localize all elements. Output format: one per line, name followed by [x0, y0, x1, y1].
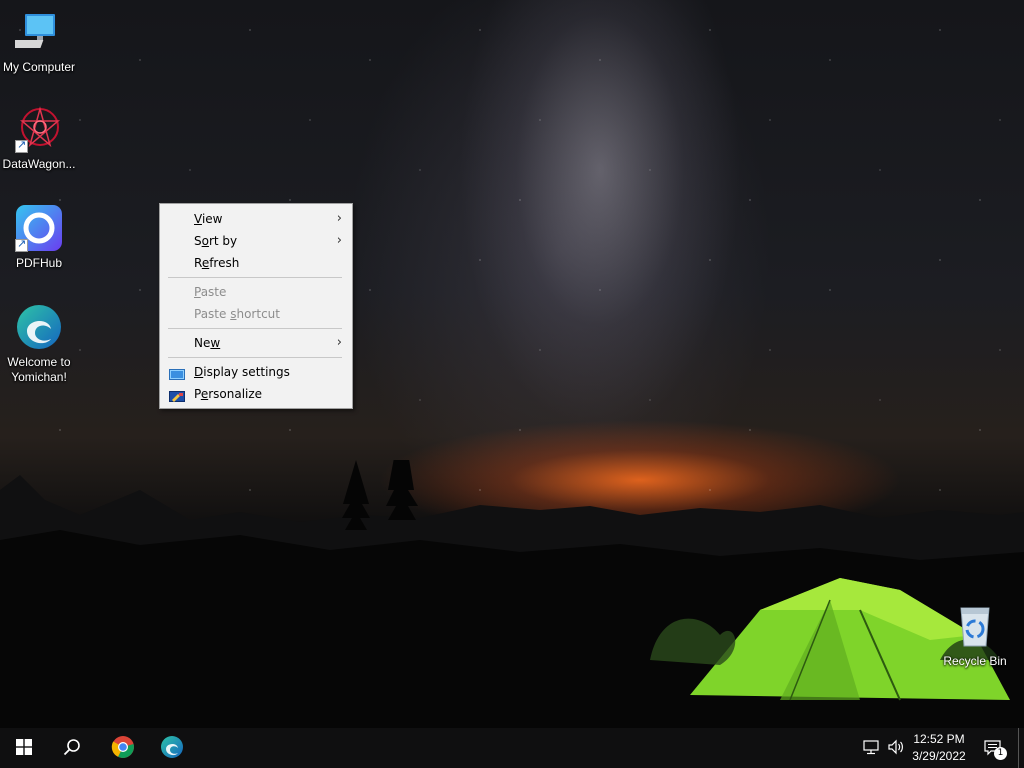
taskbar-chrome-button[interactable]: [99, 728, 147, 768]
show-desktop-divider[interactable]: [1018, 728, 1019, 768]
recycle-bin-icon: [951, 602, 999, 650]
submenu-arrow-icon: ›: [336, 335, 342, 350]
menu-item-text: hortcut: [236, 307, 280, 321]
menu-item-accelerator: o: [201, 234, 209, 248]
submenu-arrow-icon: ›: [336, 211, 342, 226]
desktop-icon-label-line2: Yomichan!: [11, 370, 67, 384]
menu-item-text: Paste: [194, 307, 231, 321]
desktop-icon-my-computer[interactable]: My Computer: [1, 8, 77, 75]
menu-item-accelerator: D: [194, 365, 204, 379]
menu-item-text: R: [194, 256, 202, 270]
action-center-button[interactable]: 1: [978, 728, 1008, 768]
menu-item-text: P: [194, 387, 201, 401]
menu-item-accelerator: P: [194, 285, 201, 299]
menu-item-new[interactable]: New ›: [160, 332, 352, 354]
desktop-icon-label: My Computer: [2, 60, 76, 74]
taskbar: 12:52 PM 3/29/2022 1: [0, 728, 1024, 768]
computer-icon: [6, 8, 63, 56]
network-tray-button[interactable]: [858, 728, 884, 768]
search-button[interactable]: [48, 728, 96, 768]
menu-item-view[interactable]: View ›: [160, 208, 352, 230]
menu-item-text: rt by: [208, 234, 238, 248]
edge-icon: [160, 735, 184, 762]
volume-tray-button[interactable]: [884, 728, 908, 768]
menu-item-text: rsonalize: [208, 387, 263, 401]
volume-icon: [887, 739, 905, 758]
menu-item-text: iew: [201, 212, 223, 226]
menu-item-personalize[interactable]: Personalize: [160, 383, 352, 405]
network-icon: [862, 739, 880, 758]
clock-button[interactable]: 12:52 PM 3/29/2022: [908, 728, 970, 768]
desktop-context-menu: View › Sort by › Refresh Paste Paste sho…: [159, 203, 353, 409]
clock-time: 12:52 PM: [913, 732, 965, 746]
chrome-icon: [111, 735, 135, 762]
wallpaper-landscape: [0, 460, 1024, 728]
clock-date: 3/29/2022: [912, 749, 966, 763]
desktop-icon-label-line1: Welcome to: [7, 355, 71, 369]
menu-separator: [168, 328, 342, 329]
desktop-icon-label: PDFHub: [15, 256, 62, 270]
menu-item-text: aste: [200, 285, 227, 299]
menu-item-display-settings[interactable]: Display settings: [160, 361, 352, 383]
menu-item-accelerator: V: [194, 212, 202, 226]
personalize-icon: [169, 388, 185, 402]
desktop-icon-recycle-bin[interactable]: Recycle Bin: [937, 602, 1013, 669]
menu-item-text: isplay settings: [203, 365, 290, 379]
menu-item-text: S: [194, 234, 202, 248]
desktop-icon-label: Recycle Bin: [943, 654, 1007, 668]
menu-separator: [168, 357, 342, 358]
start-icon: [16, 738, 32, 758]
start-button[interactable]: [0, 728, 48, 768]
menu-item-text: fresh: [209, 256, 240, 270]
menu-item-text: Ne: [194, 336, 211, 350]
display-icon: [169, 366, 185, 380]
notification-icon: 1: [983, 738, 1007, 760]
desktop-icon-pdfhub[interactable]: PDFHub: [1, 204, 77, 271]
search-icon: [63, 738, 81, 759]
desktop-icon-datawagon[interactable]: DataWagon...: [1, 105, 77, 172]
wallpaper-stars: [0, 0, 1024, 520]
shortcut-arrow-icon: [15, 237, 28, 252]
menu-item-refresh[interactable]: Refresh: [160, 252, 352, 274]
taskbar-edge-button[interactable]: [148, 728, 196, 768]
menu-item-sort-by[interactable]: Sort by ›: [160, 230, 352, 252]
desktop-icon-welcome-yomichan[interactable]: Welcome to Yomichan!: [1, 303, 77, 385]
menu-item-paste[interactable]: Paste: [160, 281, 352, 303]
menu-item-paste-shortcut[interactable]: Paste shortcut: [160, 303, 352, 325]
desktop[interactable]: My Computer DataWagon...: [0, 0, 1024, 728]
shortcut-arrow-icon: [15, 138, 28, 153]
submenu-arrow-icon: ›: [336, 233, 342, 248]
datawagon-icon: [15, 105, 63, 153]
notification-count-badge: 1: [994, 747, 1007, 760]
pdfhub-icon: [15, 204, 63, 252]
menu-item-accelerator: w: [210, 336, 221, 350]
edge-icon: [15, 303, 63, 351]
desktop-icon-label: DataWagon...: [2, 157, 76, 171]
menu-separator: [168, 277, 342, 278]
